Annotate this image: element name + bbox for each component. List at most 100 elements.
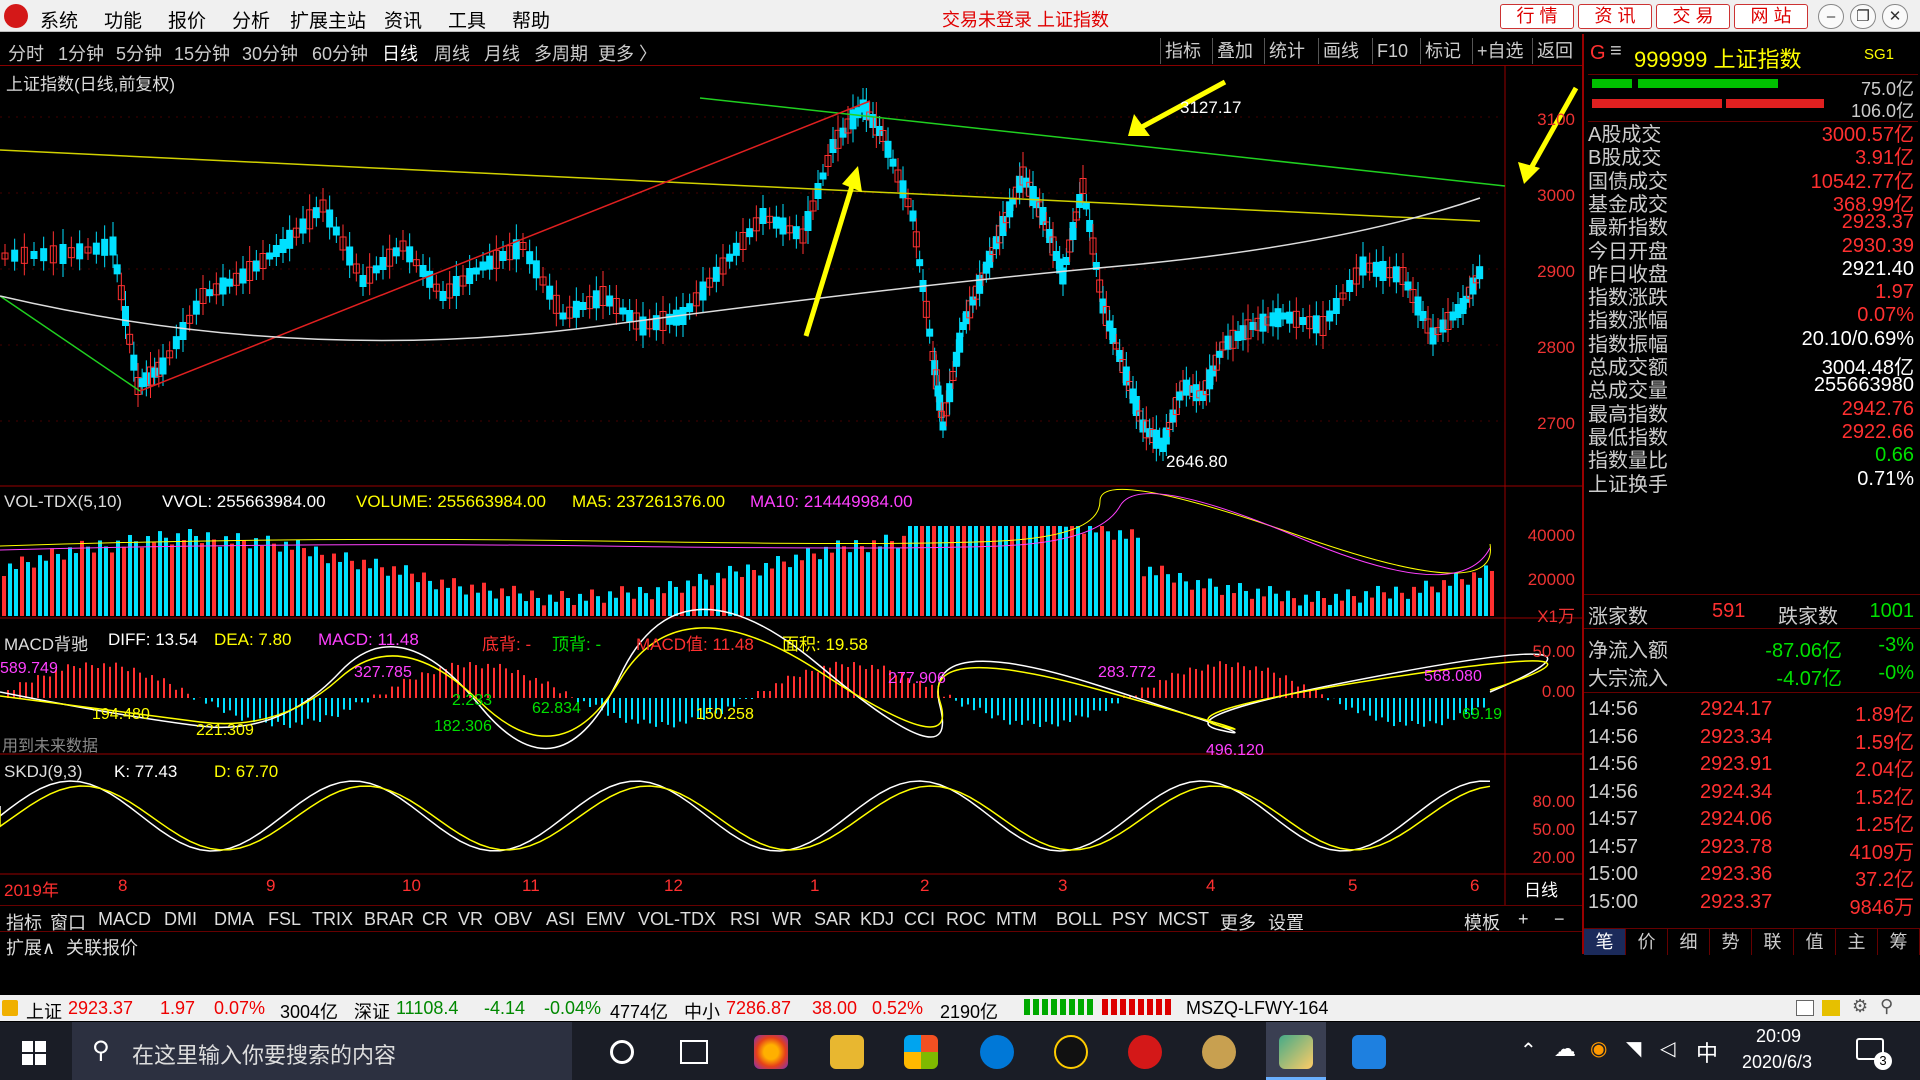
tool-add-watch-button[interactable]: +自选 bbox=[1472, 38, 1528, 64]
sz-index-label[interactable]: 深证 bbox=[354, 998, 390, 1024]
ind-tab-roc[interactable]: ROC bbox=[946, 909, 986, 930]
period-tab-more[interactable]: 更多 〉 bbox=[598, 40, 657, 66]
tray-chevron-up-icon[interactable]: ⌃ bbox=[1520, 1038, 1537, 1063]
taskbar-search-box[interactable]: ⚲ 在这里输入你要搜索的内容 bbox=[72, 1022, 572, 1080]
file-explorer-icon[interactable] bbox=[830, 1035, 864, 1069]
ind-tab-psy[interactable]: PSY bbox=[1112, 909, 1148, 930]
ind-tab-mcst[interactable]: MCST bbox=[1158, 909, 1209, 930]
period-tag[interactable]: 日线 bbox=[1524, 876, 1558, 901]
period-tab-15min[interactable]: 15分钟 bbox=[174, 40, 230, 66]
period-tab-timeshare[interactable]: 分时 bbox=[8, 40, 44, 66]
expand-button[interactable]: 扩展∧ bbox=[6, 934, 55, 960]
ms-store-icon[interactable] bbox=[904, 1035, 938, 1069]
period-tab-1min[interactable]: 1分钟 bbox=[58, 40, 104, 66]
tab-chips[interactable]: 筹 bbox=[1878, 929, 1920, 955]
ind-tab-macd[interactable]: MACD bbox=[98, 909, 151, 930]
skdj-indicator-name[interactable]: SKDJ(9,3) bbox=[4, 762, 82, 782]
tool-f10-button[interactable]: F10 bbox=[1372, 38, 1412, 64]
period-tab-weekly[interactable]: 周线 bbox=[434, 40, 470, 66]
remove-window-icon[interactable]: − bbox=[1554, 909, 1565, 930]
ind-tab-fsl[interactable]: FSL bbox=[268, 909, 301, 930]
minimize-icon[interactable]: – bbox=[1818, 4, 1844, 29]
tab-value[interactable]: 值 bbox=[1794, 929, 1836, 955]
window-icon[interactable] bbox=[1796, 1000, 1814, 1016]
tool-draw-button[interactable]: 画线 bbox=[1318, 38, 1363, 64]
tab-link[interactable]: 联 bbox=[1752, 929, 1794, 955]
ind-tab-dmi[interactable]: DMI bbox=[164, 909, 197, 930]
settings-icon[interactable]: ⚙ bbox=[1852, 996, 1868, 1017]
tab-trend[interactable]: 势 bbox=[1710, 929, 1752, 955]
ind-tab-obv[interactable]: OBV bbox=[494, 909, 532, 930]
menu-ext-main[interactable]: 扩展主站 bbox=[290, 6, 366, 33]
ind-tab-rsi[interactable]: RSI bbox=[730, 909, 760, 930]
task-view-icon[interactable] bbox=[680, 1040, 708, 1064]
trading-app-icon[interactable] bbox=[1128, 1035, 1162, 1069]
tab-detail[interactable]: 细 bbox=[1668, 929, 1710, 955]
related-quotes-button[interactable]: 关联报价 bbox=[66, 934, 138, 960]
menu-tools[interactable]: 工具 bbox=[448, 6, 486, 33]
status-menu-icon[interactable] bbox=[2, 1000, 18, 1016]
mail-icon[interactable] bbox=[1352, 1035, 1386, 1069]
menu-help[interactable]: 帮助 bbox=[512, 6, 550, 33]
cortana-icon[interactable] bbox=[610, 1040, 634, 1064]
ime-indicator[interactable]: 中 bbox=[1696, 1036, 1718, 1068]
period-tab-60min[interactable]: 60分钟 bbox=[312, 40, 368, 66]
tool-stats-button[interactable]: 统计 bbox=[1264, 38, 1309, 64]
period-tab-5min[interactable]: 5分钟 bbox=[116, 40, 162, 66]
ind-tab-cci[interactable]: CCI bbox=[904, 909, 935, 930]
tool-overlay-button[interactable]: 叠加 bbox=[1212, 38, 1257, 64]
menu-quote[interactable]: 报价 bbox=[168, 6, 206, 33]
tab-main[interactable]: 主 bbox=[1836, 929, 1878, 955]
period-tab-multi[interactable]: 多周期 bbox=[534, 40, 588, 66]
ind-tab-trix[interactable]: TRIX bbox=[312, 909, 353, 930]
ind-tab-wr[interactable]: WR bbox=[772, 909, 802, 930]
pin-icon[interactable]: ⚲ bbox=[1880, 996, 1893, 1017]
tab-tick[interactable]: 笔 bbox=[1584, 929, 1626, 955]
quick-info-button[interactable]: 资 讯 bbox=[1578, 4, 1652, 29]
ind-tab-vr[interactable]: VR bbox=[458, 909, 483, 930]
menu-function[interactable]: 功能 bbox=[104, 6, 142, 33]
ind-tab-brar[interactable]: BRAR bbox=[364, 909, 414, 930]
clock-date[interactable]: 2020/6/3 bbox=[1742, 1052, 1812, 1073]
finance-app-icon[interactable] bbox=[1202, 1035, 1236, 1069]
ind-tab-kdj[interactable]: KDJ bbox=[860, 909, 894, 930]
close-icon[interactable]: ✕ bbox=[1882, 4, 1908, 29]
period-tab-monthly[interactable]: 月线 bbox=[484, 40, 520, 66]
ind-tab-sar[interactable]: SAR bbox=[814, 909, 851, 930]
kline-chart-area[interactable]: 上证指数(日线,前复权) 3127.17 2646.80 3100 3000 2… bbox=[0, 66, 1582, 906]
tool-mark-button[interactable]: 标记 bbox=[1420, 38, 1465, 64]
clock-time[interactable]: 20:09 bbox=[1756, 1026, 1801, 1047]
stock-app-icon[interactable] bbox=[1279, 1035, 1313, 1069]
active-app-slot[interactable] bbox=[1266, 1022, 1326, 1080]
list-icon[interactable]: ≡ bbox=[1610, 40, 1622, 63]
period-tab-daily[interactable]: 日线 bbox=[382, 40, 418, 66]
ind-tab-asi[interactable]: ASI bbox=[546, 909, 575, 930]
ind-tab-dma[interactable]: DMA bbox=[214, 909, 254, 930]
ind-tab-mtm[interactable]: MTM bbox=[996, 909, 1037, 930]
ind-tab-cr[interactable]: CR bbox=[422, 909, 448, 930]
zx-index-label[interactable]: 中小 bbox=[684, 998, 720, 1024]
tool-indicator-button[interactable]: 指标 bbox=[1160, 38, 1205, 64]
quick-web-button[interactable]: 网 站 bbox=[1734, 4, 1808, 29]
ind-tab-boll[interactable]: BOLL bbox=[1056, 909, 1102, 930]
tray-app-icon[interactable]: ◉ bbox=[1590, 1036, 1607, 1061]
tool-back-button[interactable]: 返回 bbox=[1532, 38, 1577, 64]
sh-index-label[interactable]: 上证 bbox=[26, 998, 62, 1024]
add-window-icon[interactable]: + bbox=[1518, 909, 1529, 930]
edge-icon[interactable] bbox=[980, 1035, 1014, 1069]
menu-analysis[interactable]: 分析 bbox=[232, 6, 270, 33]
onedrive-icon[interactable]: ☁ bbox=[1554, 1036, 1576, 1062]
quick-market-button[interactable]: 行 情 bbox=[1500, 4, 1574, 29]
quick-trade-button[interactable]: 交 易 bbox=[1656, 4, 1730, 29]
network-icon[interactable]: ◥ bbox=[1626, 1036, 1641, 1061]
menu-system[interactable]: 系统 bbox=[40, 6, 78, 33]
volume-icon[interactable]: ◁ bbox=[1660, 1036, 1675, 1061]
wallet-icon[interactable] bbox=[1822, 1000, 1840, 1016]
ind-tab-emv[interactable]: EMV bbox=[586, 909, 625, 930]
menu-info[interactable]: 资讯 bbox=[384, 6, 422, 33]
volume-indicator-name[interactable]: VOL-TDX(5,10) bbox=[4, 492, 122, 512]
macd-indicator-name[interactable]: MACD背驰 bbox=[4, 630, 88, 655]
firefox-icon[interactable] bbox=[754, 1035, 788, 1069]
ind-tab-vol-tdx[interactable]: VOL-TDX bbox=[638, 909, 716, 930]
windows-start-icon[interactable] bbox=[22, 1041, 46, 1065]
